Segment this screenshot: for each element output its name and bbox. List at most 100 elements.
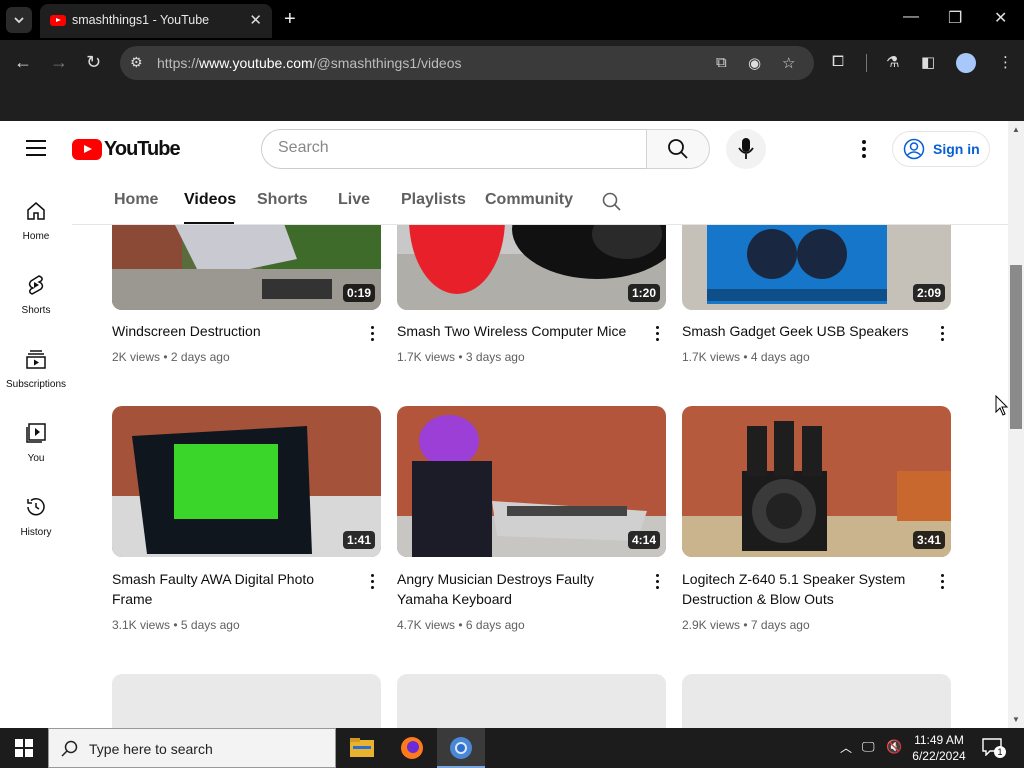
search-input[interactable]	[278, 139, 628, 157]
network-icon[interactable]: 🖵	[862, 739, 875, 755]
tab-list-button[interactable]	[6, 7, 32, 33]
url-text[interactable]: https://www.youtube.com/@smashthings1/vi…	[157, 55, 461, 71]
sidebar-item-you[interactable]: You	[0, 409, 72, 483]
video-more-icon[interactable]	[652, 573, 662, 591]
scroll-up-icon[interactable]: ▲	[1012, 125, 1020, 134]
video-duration: 2:09	[912, 284, 945, 302]
back-icon[interactable]: ←	[14, 52, 32, 72]
volume-muted-icon[interactable]: 🔇	[886, 739, 902, 755]
install-app-icon[interactable]: ⧉	[716, 54, 727, 71]
toolbar-divider	[866, 54, 867, 72]
profile-avatar-icon[interactable]	[956, 53, 976, 73]
tab-playlists[interactable]: Playlists	[401, 191, 466, 209]
search-icon	[668, 139, 688, 159]
loading-thumbnail	[397, 674, 666, 728]
video-meta: 4.7K views • 6 days ago	[397, 618, 525, 632]
sidebar-item-subscriptions[interactable]: Subscriptions	[0, 335, 72, 409]
video-thumbnail[interactable]: 4:14	[397, 406, 666, 557]
sidebar-item-history[interactable]: History	[0, 483, 72, 557]
video-title[interactable]: Smash Faulty AWA Digital Photo Frame	[112, 569, 352, 609]
taskbar-search-box[interactable]: Type here to search	[48, 728, 336, 768]
youtube-play-icon	[72, 138, 102, 160]
tracking-protection-icon[interactable]: ◉	[748, 54, 761, 72]
youtube-favicon-icon	[50, 15, 66, 26]
video-duration: 1:20	[627, 284, 660, 302]
video-title[interactable]: Angry Musician Destroys Faulty Yamaha Key…	[397, 569, 637, 609]
video-thumbnail[interactable]: 1:41	[112, 406, 381, 557]
sidebar-item-home[interactable]: Home	[0, 187, 72, 261]
close-window-icon[interactable]: ✕	[994, 8, 1007, 28]
search-box	[261, 129, 647, 169]
show-hidden-icons-icon[interactable]: ︿	[840, 739, 852, 756]
chrome-button[interactable]	[437, 728, 485, 768]
site-info-icon[interactable]: ⚙	[130, 54, 143, 71]
video-meta: 2K views • 2 days ago	[112, 350, 230, 364]
video-title[interactable]: Smash Two Wireless Computer Mice	[397, 321, 637, 341]
hamburger-menu-icon[interactable]	[26, 140, 46, 156]
reload-icon[interactable]: ↻	[86, 52, 101, 72]
start-button[interactable]	[0, 728, 48, 768]
firefox-button[interactable]	[388, 728, 436, 768]
tab-community[interactable]: Community	[485, 191, 573, 209]
account-circle-icon	[903, 138, 925, 160]
firefox-icon	[401, 737, 423, 759]
scroll-down-icon[interactable]: ▼	[1012, 715, 1020, 724]
loading-thumbnail	[682, 674, 951, 728]
extensions-icon[interactable]: ⧠	[832, 53, 844, 70]
file-explorer-button[interactable]	[338, 728, 386, 768]
video-more-icon[interactable]	[367, 325, 377, 343]
video-title[interactable]: Logitech Z-640 5.1 Speaker System Destruc…	[682, 569, 932, 609]
video-more-icon[interactable]	[652, 325, 662, 343]
youtube-header: YouTube Sign in	[0, 121, 1008, 177]
address-bar[interactable]: ⚙ https://www.youtube.com/@smashthings1/…	[120, 46, 814, 80]
browser-menu-icon[interactable]: ⋮	[998, 53, 1013, 71]
browser-tab[interactable]: smashthings1 - YouTube ✕	[40, 4, 272, 38]
notifications-button[interactable]: 1	[980, 736, 1006, 760]
search-icon	[61, 740, 78, 757]
restore-icon[interactable]: ❐	[948, 8, 962, 28]
chevron-down-icon	[14, 17, 24, 24]
tab-shorts[interactable]: Shorts	[257, 191, 308, 209]
channel-tabs: Home Videos Shorts Live Playlists Commun…	[72, 177, 1008, 225]
video-duration: 1:41	[342, 531, 375, 549]
forward-icon[interactable]: →	[50, 52, 68, 72]
labs-flask-icon[interactable]: ⚗	[886, 53, 899, 71]
page-scrollbar[interactable]: ▲ ▼	[1008, 121, 1024, 728]
you-icon	[26, 423, 46, 443]
minimize-icon[interactable]: —	[903, 8, 919, 26]
windows-taskbar: Type here to search ︿ 🖵 🔇 11:49 AM 6/22/…	[0, 728, 1024, 768]
bookmark-star-icon[interactable]: ☆	[782, 54, 795, 72]
scrollbar-thumb[interactable]	[1010, 265, 1022, 429]
tab-home[interactable]: Home	[114, 191, 158, 209]
sidebar-item-shorts[interactable]: Shorts	[0, 261, 72, 335]
shorts-icon	[28, 275, 44, 295]
tab-title: smashthings1 - YouTube	[72, 13, 210, 27]
chrome-icon	[450, 737, 472, 759]
video-more-icon[interactable]	[937, 573, 947, 591]
video-meta: 3.1K views • 5 days ago	[112, 618, 240, 632]
notification-count-badge: 1	[994, 746, 1006, 758]
subscriptions-icon	[26, 350, 46, 369]
youtube-logo[interactable]: YouTube	[72, 138, 181, 160]
new-tab-button[interactable]: +	[284, 8, 296, 30]
video-meta: 1.7K views • 3 days ago	[397, 350, 525, 364]
settings-more-icon[interactable]	[856, 138, 872, 160]
side-panel-icon[interactable]: ◧	[921, 53, 935, 71]
tab-live[interactable]: Live	[338, 191, 370, 209]
search-button[interactable]	[646, 129, 710, 169]
video-more-icon[interactable]	[937, 325, 947, 343]
sign-in-button[interactable]: Sign in	[892, 131, 990, 167]
video-duration: 3:41	[912, 531, 945, 549]
microphone-icon	[738, 138, 754, 159]
tab-videos[interactable]: Videos	[184, 191, 236, 209]
video-thumbnail[interactable]: 3:41	[682, 406, 951, 557]
video-title[interactable]: Windscreen Destruction	[112, 321, 352, 341]
voice-search-button[interactable]	[726, 129, 766, 169]
video-more-icon[interactable]	[367, 573, 377, 591]
active-tab-indicator	[184, 222, 234, 224]
taskbar-clock[interactable]: 11:49 AM 6/22/2024	[906, 732, 972, 764]
channel-search-icon[interactable]	[602, 192, 622, 212]
video-title[interactable]: Smash Gadget Geek USB Speakers	[682, 321, 922, 341]
close-tab-icon[interactable]: ✕	[249, 11, 262, 29]
video-duration: 0:19	[342, 284, 375, 302]
